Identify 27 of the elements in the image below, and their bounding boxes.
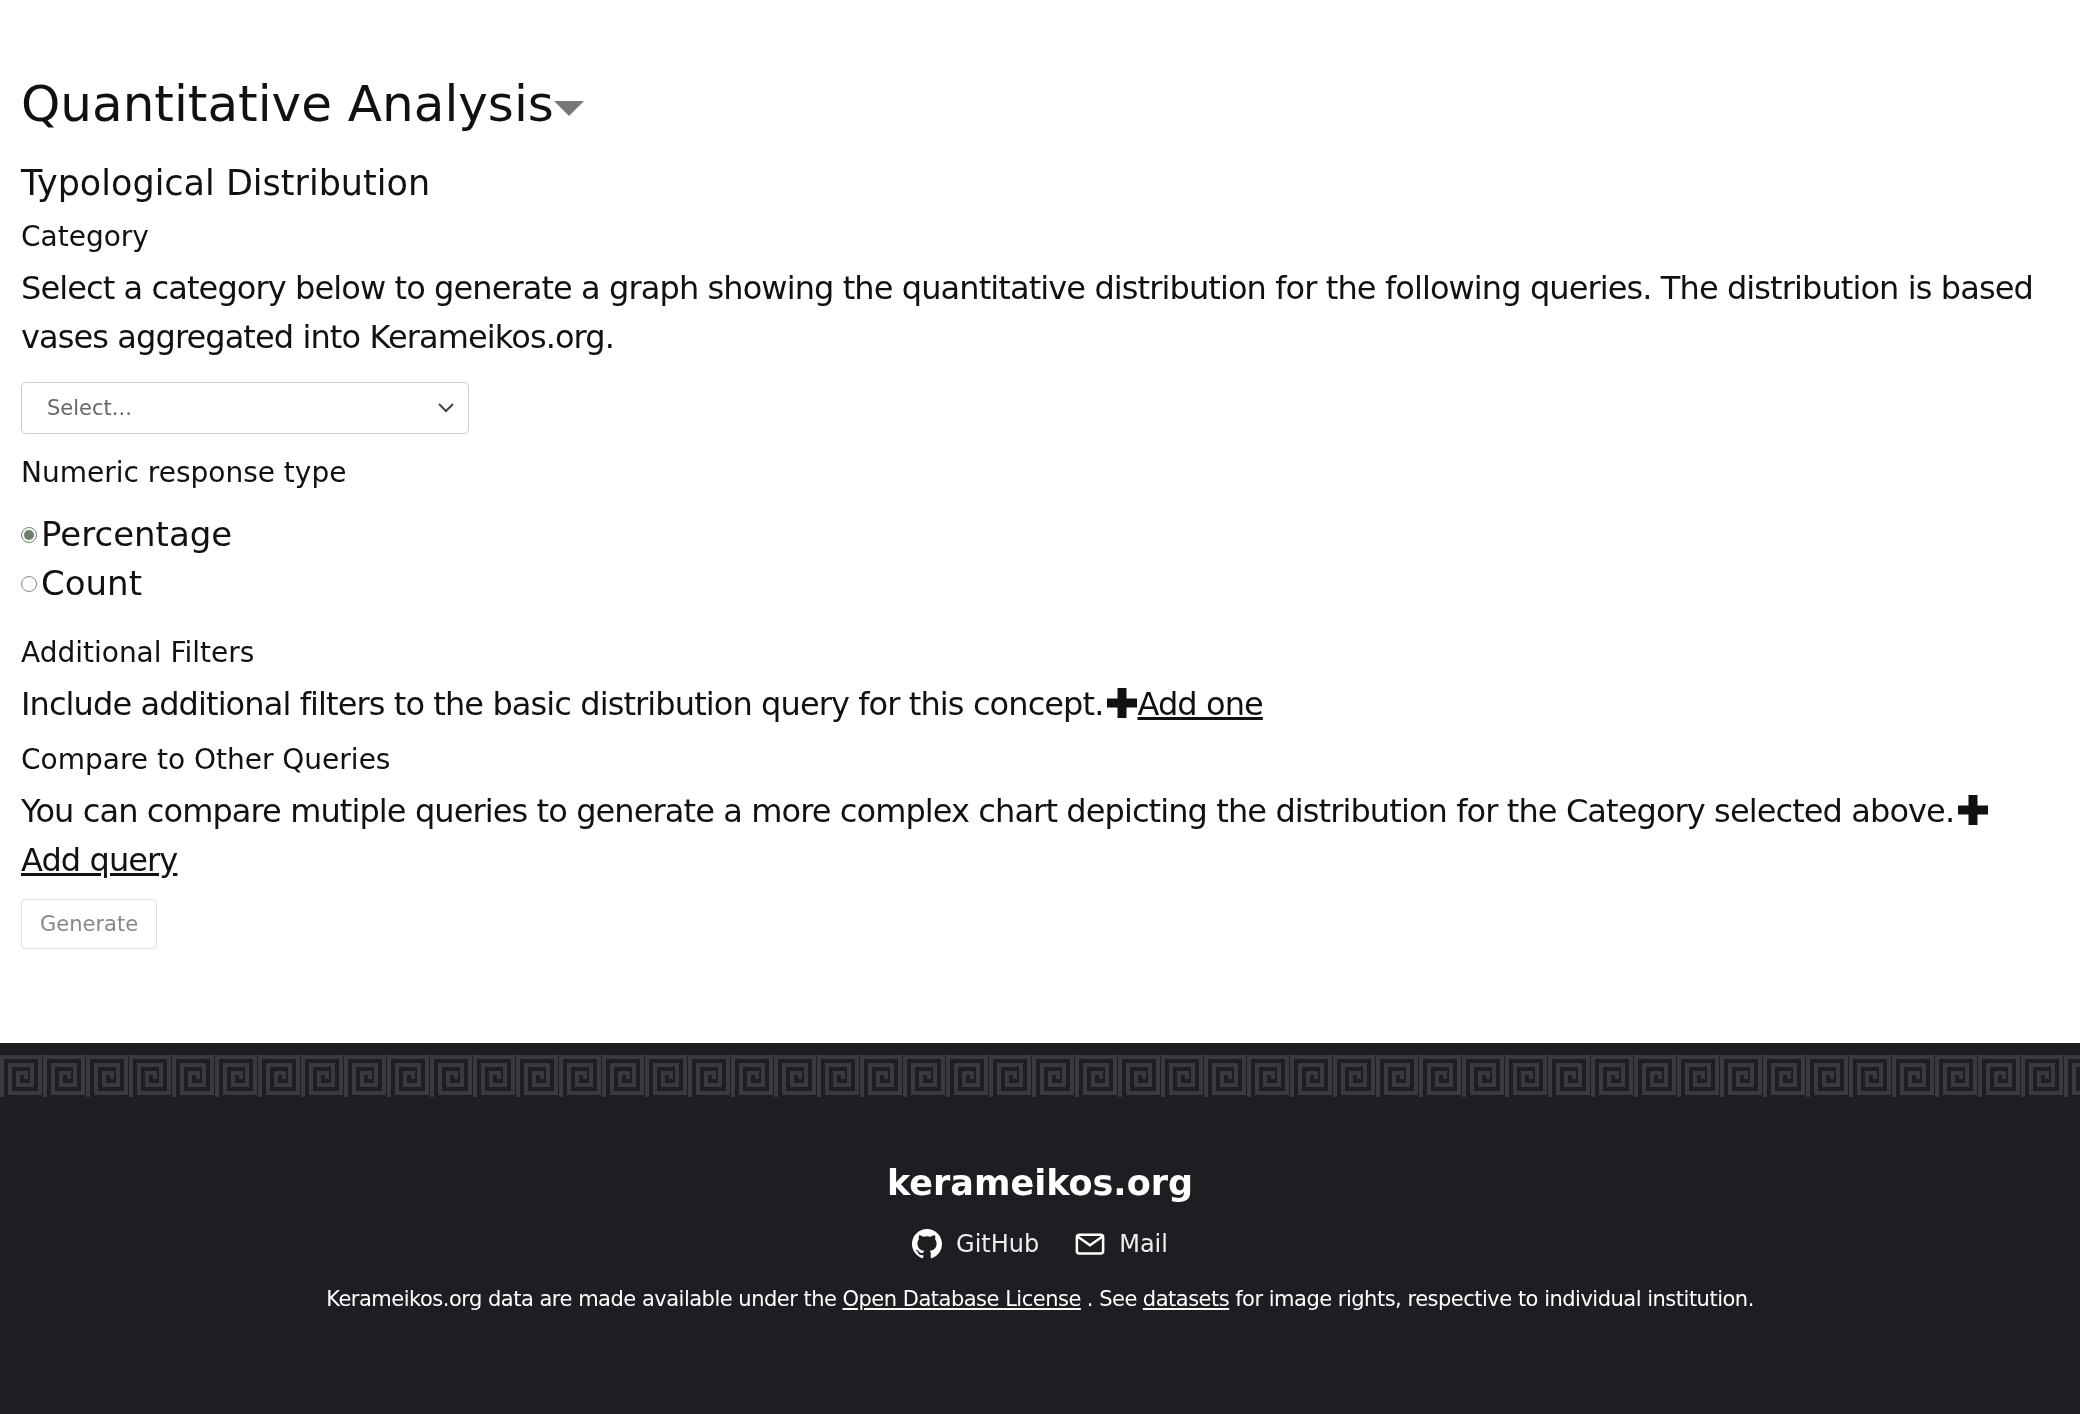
license-link[interactable]: Open Database License — [842, 1287, 1081, 1311]
license-text: for image rights, respective to individual institution. — [1235, 1287, 1754, 1311]
field-label: Numeric response type — [21, 455, 348, 491]
datasets-link[interactable]: datasets — [1142, 1287, 1230, 1311]
filters-text: Include additional filters to the basic distribution query for this concept. — [21, 685, 1104, 723]
add-one-link[interactable]: Add one — [1137, 685, 1263, 723]
radio-label[interactable]: Percentage — [41, 510, 233, 559]
github-icon[interactable] — [912, 1229, 943, 1259]
footer-title: kerameikos.org — [887, 1163, 1193, 1203]
license-text: Kerameikos.org data are made available under the — [326, 1287, 837, 1311]
compare-text: You can compare mutiple queries to generate a more complex chart depicting the distribution for the Category selected above. — [21, 792, 1955, 830]
plus-icon[interactable] — [1958, 795, 1989, 825]
plus-icon[interactable] — [1107, 688, 1138, 718]
category-select[interactable]: Select... — [21, 382, 469, 434]
field-label: Category — [21, 219, 150, 255]
footer-link[interactable]: GitHub — [956, 1230, 1040, 1258]
field-label: Compare to Other Queries — [21, 742, 392, 778]
description-text: Select a category below to generate a graph showing the quantitative distribution for the following queries. The distribution is based vases aggregated into Kerameikos.org. — [21, 268, 2034, 358]
chevron-down-icon[interactable] — [438, 403, 454, 413]
caret-down-icon[interactable] — [553, 101, 584, 117]
radio-label[interactable]: Count — [41, 559, 142, 608]
page-heading: Quantitative Analysis — [21, 74, 554, 135]
footer-link[interactable]: Mail — [1119, 1230, 1168, 1258]
field-label: Additional Filters — [21, 635, 256, 671]
add-query-link[interactable]: Add query — [21, 841, 178, 879]
section-title: Typological Distribution — [21, 162, 432, 205]
license-text: . See — [1086, 1287, 1137, 1311]
